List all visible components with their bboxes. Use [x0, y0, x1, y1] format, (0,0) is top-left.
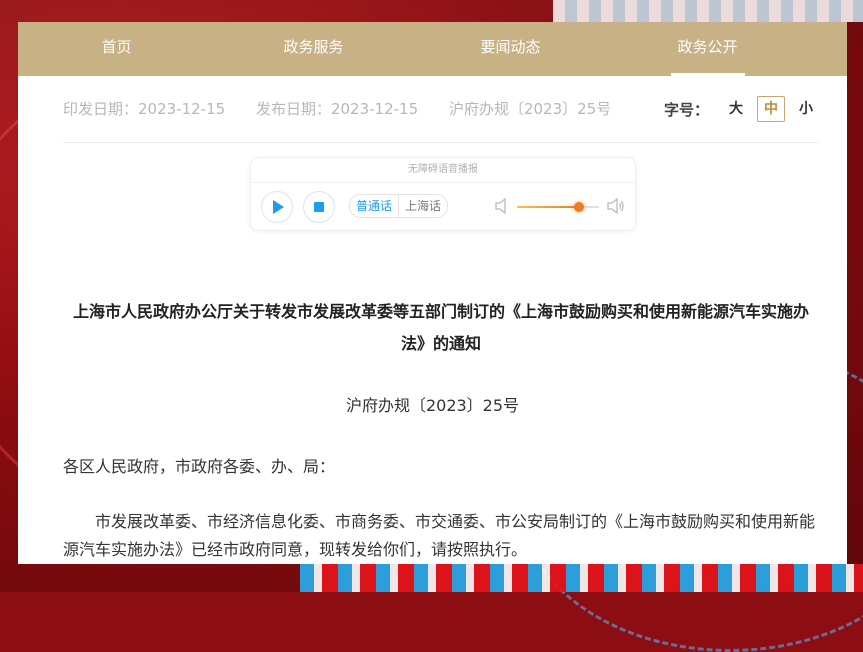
volume-slider[interactable]: [517, 202, 599, 212]
font-size-medium[interactable]: 中: [757, 96, 785, 122]
decorative-pattern-bottom: [300, 564, 863, 592]
meta-doc-number: 沪府办规〔2023〕25号: [448, 100, 612, 118]
publish-date: 发布日期：2023-12-15: [255, 100, 419, 118]
document-title: 上海市人民政府办公厅关于转发市发展改革委等五部门制订的《上海市鼓励购买和使用新能…: [72, 302, 809, 353]
font-size-large[interactable]: 大: [723, 97, 749, 121]
volume-up-icon[interactable]: [607, 198, 625, 214]
language-shanghainese[interactable]: 上海话: [399, 195, 447, 217]
language-toggle: 普通话 上海话: [349, 194, 449, 218]
font-size-small[interactable]: 小: [793, 97, 819, 121]
font-size-label: 字号：: [663, 100, 709, 119]
volume-down-icon[interactable]: [494, 198, 512, 214]
content-card: 首页 政务服务 要闻动态 政务公开 印发日期：2023-12-15 发布日期：2…: [18, 22, 847, 564]
nav-item-news[interactable]: 要闻动态: [412, 22, 609, 76]
document-salutation: 各区人民政府，市政府各委、办、局：: [63, 457, 336, 476]
font-size-switcher: 字号： 大 中 小: [664, 96, 819, 122]
issue-date: 印发日期：2023-12-15: [63, 100, 226, 118]
player-title: 无障碍语音播报: [251, 158, 635, 183]
stop-button[interactable]: [303, 191, 335, 223]
language-mandarin[interactable]: 普通话: [350, 195, 400, 217]
meta-line: 印发日期：2023-12-15 发布日期：2023-12-15 沪府办规〔202…: [63, 98, 637, 119]
play-button[interactable]: [261, 191, 293, 223]
top-nav: 首页 政务服务 要闻动态 政务公开: [18, 22, 847, 76]
document-paragraph: 市发展改革委、市经济信息化委、市商务委、市交通委、市公安局制订的《上海市鼓励购买…: [63, 512, 816, 559]
document-meta: 印发日期：2023-12-15 发布日期：2023-12-15 沪府办规〔202…: [63, 76, 819, 143]
audio-player: 无障碍语音播报 普通话 上海话: [250, 157, 636, 231]
decorative-pattern-top: [553, 0, 863, 22]
nav-item-services[interactable]: 政务服务: [215, 22, 412, 76]
nav-item-open-government[interactable]: 政务公开: [609, 22, 806, 76]
document-number: 沪府办规〔2023〕25号: [345, 396, 520, 415]
nav-item-home[interactable]: 首页: [18, 22, 215, 76]
volume-slider-knob[interactable]: [574, 202, 585, 212]
volume-slider-fill: [517, 206, 580, 208]
